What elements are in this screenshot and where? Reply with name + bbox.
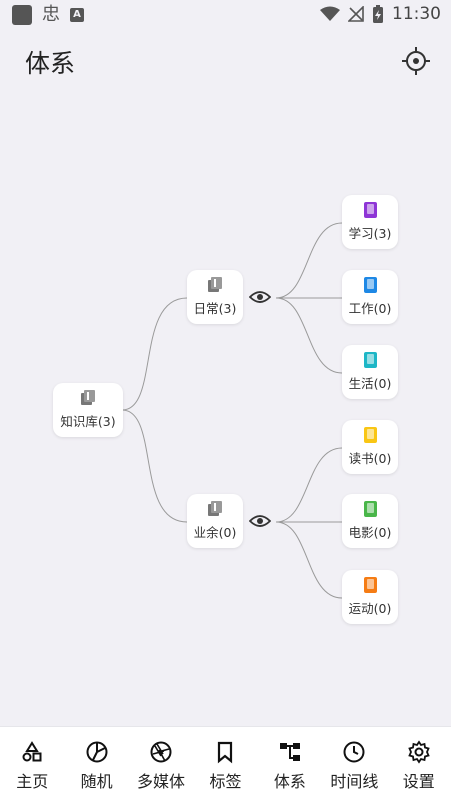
- node-label: 电影(0): [348, 525, 392, 540]
- page-title: 体系: [25, 49, 76, 78]
- nav-label: 设置: [402, 772, 435, 791]
- nav-label: 标签: [209, 772, 242, 791]
- nav-label: 时间线: [330, 772, 379, 791]
- node-leaf[interactable]: 生活(0): [342, 345, 398, 399]
- nav-label: 多媒体: [137, 772, 186, 791]
- node-leaf[interactable]: 学习(3): [342, 195, 398, 249]
- node-leaf[interactable]: 工作(0): [342, 270, 398, 324]
- node-label: 学习(3): [348, 226, 392, 241]
- nav-item-timeline[interactable]: 时间线: [322, 727, 386, 801]
- nav-item-tags[interactable]: 标签: [193, 727, 257, 801]
- battery-charging-icon: [373, 5, 383, 23]
- node-branch-2[interactable]: 业余(0): [187, 494, 243, 548]
- edge-branch2-child1: [275, 447, 343, 523]
- nav-item-home[interactable]: 主页: [0, 727, 64, 801]
- edge-branch2-child3: [275, 521, 343, 599]
- nav-item-random[interactable]: 随机: [64, 727, 128, 801]
- library-icon: [81, 390, 95, 405]
- aperture-icon: [86, 741, 108, 763]
- a-badge-icon: A: [70, 8, 84, 22]
- shapes-icon: [22, 741, 42, 762]
- book-icon: [363, 427, 377, 443]
- nav-label: 随机: [80, 772, 113, 791]
- nav-item-settings[interactable]: 设置: [387, 727, 451, 801]
- book-icon: [363, 202, 377, 218]
- hierarchy-icon: [279, 743, 300, 761]
- edge-branch1-child1: [275, 222, 343, 299]
- app-notification-icon: [12, 5, 32, 25]
- app-bar: 体系: [0, 36, 451, 88]
- shutter-icon: [150, 741, 172, 763]
- edge-root-branch1: [121, 297, 188, 411]
- node-label: 生活(0): [348, 376, 392, 391]
- status-bar: 忠 A 11:30: [0, 0, 451, 32]
- bookmark-icon: [218, 741, 233, 764]
- edge-root-branch2: [121, 409, 188, 523]
- locate-icon[interactable]: [401, 46, 431, 76]
- library-icon: [208, 501, 222, 516]
- node-leaf[interactable]: 运动(0): [342, 570, 398, 624]
- gear-icon: [408, 740, 430, 764]
- status-time: 11:30: [392, 4, 441, 24]
- node-label: 运动(0): [348, 601, 392, 616]
- node-branch-1[interactable]: 日常(3): [187, 270, 243, 324]
- nav-item-multimedia[interactable]: 多媒体: [129, 727, 193, 801]
- book-icon: [363, 352, 377, 368]
- node-label: 日常(3): [193, 301, 237, 316]
- nav-label: 主页: [16, 772, 49, 791]
- clock-icon: [343, 741, 365, 763]
- node-label: 读书(0): [348, 451, 392, 466]
- no-signal-icon: [348, 6, 364, 22]
- node-leaf[interactable]: 电影(0): [342, 494, 398, 548]
- node-label: 业余(0): [193, 525, 237, 540]
- bottom-nav: 主页 随机 多媒体 标签 体系 时间线 设置: [0, 726, 451, 801]
- library-icon: [208, 277, 222, 292]
- node-root[interactable]: 知识库(3): [53, 383, 123, 437]
- notification-glyph: 忠: [42, 4, 60, 25]
- mind-map-canvas[interactable]: 知识库(3) 日常(3) 业余(0) 学习(3) 工作(0) 生活(0) 读书(…: [0, 120, 451, 720]
- book-icon: [363, 577, 377, 593]
- book-icon: [363, 501, 377, 517]
- wifi-icon: [320, 6, 340, 21]
- node-label: 工作(0): [348, 301, 392, 316]
- eye-icon[interactable]: [249, 513, 271, 529]
- nav-label: 体系: [273, 772, 306, 791]
- edge-branch1-child3: [275, 297, 343, 374]
- nav-item-hierarchy[interactable]: 体系: [258, 727, 322, 801]
- node-leaf[interactable]: 读书(0): [342, 420, 398, 474]
- book-icon: [363, 277, 377, 293]
- eye-icon[interactable]: [249, 289, 271, 305]
- node-label: 知识库(3): [60, 414, 116, 429]
